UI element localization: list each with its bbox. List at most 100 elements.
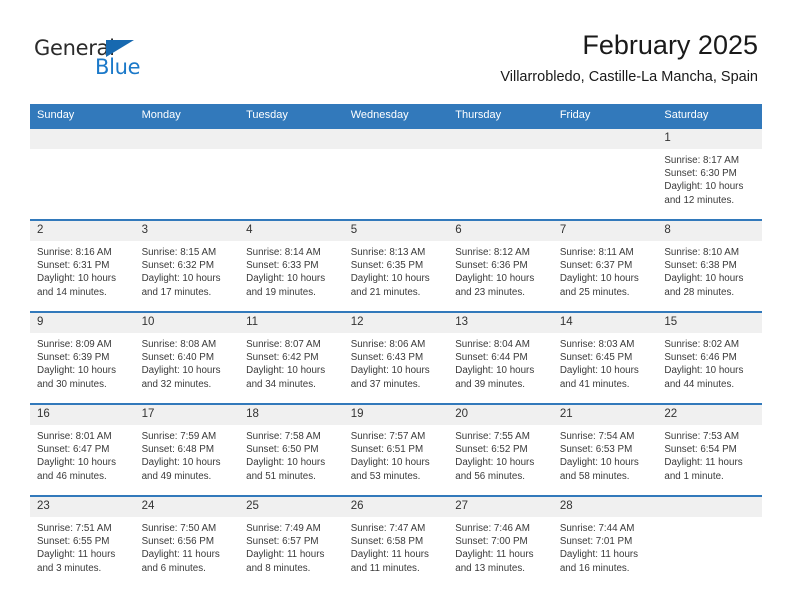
day-number: 7	[552, 221, 658, 241]
sunset-text: Sunset: 6:31 PM	[37, 260, 110, 272]
daylight-text: Daylight: 10 hours and 39 minutes.	[455, 365, 535, 390]
calendar-day-cell[interactable]: 1 Sunrise: 8:17 AM Sunset: 6:30 PM Daylight…	[657, 127, 762, 220]
calendar-day-cell[interactable]: 13 Sunrise: 8:04 AM Sunset: 6:44 PM Dayligh…	[448, 311, 553, 404]
calendar-day-cell[interactable]: 16 Sunrise: 8:01 AM Sunset: 6:47 PM Dayligh…	[30, 403, 135, 496]
daylight-text: Daylight: 10 hours and 58 minutes.	[559, 457, 639, 482]
calendar-day-cell-empty	[239, 127, 344, 220]
calendar-day-cell[interactable]: 15 Sunrise: 8:02 AM Sunset: 6:46 PM Dayligh…	[657, 311, 762, 404]
general-blue-logo[interactable]: General Blue	[34, 36, 164, 86]
sunset-text: Sunset: 6:55 PM	[37, 536, 110, 548]
day-details: Sunrise: 7:59 AM Sunset: 6:48 PM Daylight:…	[135, 425, 240, 483]
day-details: Sunrise: 8:02 AM Sunset: 6:46 PM Daylight:…	[657, 333, 762, 391]
daylight-text: Daylight: 10 hours and 49 minutes.	[141, 457, 221, 482]
calendar-day-cell[interactable]: 6 Sunrise: 8:12 AM Sunset: 6:36 PM Daylight…	[448, 219, 553, 312]
day-number	[134, 129, 240, 149]
weekday-header-wednesday: Wednesday	[343, 104, 449, 128]
day-number: 11	[239, 313, 344, 333]
title-block: February 2025 Villarrobledo, Castille-La…	[500, 28, 758, 86]
sunset-text: Sunset: 7:01 PM	[559, 536, 633, 548]
day-number: 4	[239, 221, 344, 241]
daylight-text: Daylight: 10 hours and 41 minutes.	[559, 365, 639, 390]
day-number: 18	[239, 405, 344, 425]
daylight-text: Daylight: 10 hours and 30 minutes.	[37, 365, 116, 390]
daylight-text: Daylight: 10 hours and 34 minutes.	[246, 365, 326, 390]
calendar-day-cell[interactable]: 17 Sunrise: 7:59 AM Sunset: 6:48 PM Dayligh…	[134, 403, 240, 496]
daylight-text: Daylight: 10 hours and 51 minutes.	[246, 457, 326, 482]
sunrise-text: Sunrise: 8:07 AM	[246, 339, 321, 350]
calendar-day-cell[interactable]: 26 Sunrise: 7:47 AM Sunset: 6:58 PM Dayligh…	[343, 495, 449, 587]
day-details: Sunrise: 7:53 AM Sunset: 6:54 PM Daylight:…	[657, 425, 762, 483]
day-number: 10	[134, 313, 240, 333]
daylight-text: Daylight: 10 hours and 25 minutes.	[559, 273, 639, 298]
daylight-text: Daylight: 10 hours and 12 minutes.	[664, 181, 744, 206]
calendar-day-cell[interactable]: 25 Sunrise: 7:49 AM Sunset: 6:57 PM Dayligh…	[239, 495, 344, 587]
page-title: February 2025	[582, 30, 758, 60]
day-details: Sunrise: 7:50 AM Sunset: 6:56 PM Daylight:…	[135, 517, 240, 575]
sunset-text: Sunset: 6:36 PM	[455, 260, 528, 272]
weekday-header-thursday: Thursday	[448, 104, 553, 128]
calendar-day-cell[interactable]: 14 Sunrise: 8:03 AM Sunset: 6:45 PM Dayligh…	[552, 311, 658, 404]
day-number: 21	[552, 405, 658, 425]
calendar-day-cell[interactable]: 4 Sunrise: 8:14 AM Sunset: 6:33 PM Daylight…	[239, 219, 344, 312]
calendar-day-cell-empty	[552, 127, 658, 220]
day-number: 13	[448, 313, 553, 333]
day-number: 28	[552, 497, 658, 517]
weekday-header-saturday: Saturday	[657, 104, 762, 128]
sunset-text: Sunset: 6:47 PM	[37, 444, 110, 456]
calendar-day-cell-empty	[134, 127, 240, 220]
sunrise-text: Sunrise: 7:51 AM	[37, 523, 112, 534]
day-number: 23	[30, 497, 135, 517]
calendar-day-cell[interactable]: 21 Sunrise: 7:54 AM Sunset: 6:53 PM Dayligh…	[552, 403, 658, 496]
calendar-day-cell-empty	[30, 127, 135, 220]
calendar-day-cell[interactable]: 3 Sunrise: 8:15 AM Sunset: 6:32 PM Daylight…	[134, 219, 240, 312]
calendar-day-cell[interactable]: 7 Sunrise: 8:11 AM Sunset: 6:37 PM Daylight…	[552, 219, 658, 312]
day-details: Sunrise: 7:44 AM Sunset: 7:01 PM Daylight:…	[553, 517, 658, 575]
sunrise-text: Sunrise: 7:58 AM	[246, 431, 321, 442]
calendar-day-cell[interactable]: 2 Sunrise: 8:16 AM Sunset: 6:31 PM Daylight…	[30, 219, 135, 312]
sunset-text: Sunset: 6:39 PM	[37, 352, 110, 364]
calendar-day-cell[interactable]: 20 Sunrise: 7:55 AM Sunset: 6:52 PM Dayligh…	[448, 403, 553, 496]
calendar-day-cell[interactable]: 9 Sunrise: 8:09 AM Sunset: 6:39 PM Daylight…	[30, 311, 135, 404]
sunset-text: Sunset: 6:46 PM	[664, 352, 737, 364]
calendar-day-cell[interactable]: 28 Sunrise: 7:44 AM Sunset: 7:01 PM Dayligh…	[552, 495, 658, 587]
calendar-day-cell[interactable]: 23 Sunrise: 7:51 AM Sunset: 6:55 PM Dayligh…	[30, 495, 135, 587]
calendar-body: 1 Sunrise: 8:17 AM Sunset: 6:30 PM Daylight…	[30, 127, 762, 587]
day-details: Sunrise: 7:49 AM Sunset: 6:57 PM Daylight:…	[239, 517, 344, 575]
daylight-text: Daylight: 10 hours and 17 minutes.	[141, 273, 221, 298]
day-details: Sunrise: 8:06 AM Sunset: 6:43 PM Daylight:…	[344, 333, 449, 391]
daylight-text: Daylight: 11 hours and 1 minute.	[664, 457, 743, 482]
day-number: 26	[343, 497, 449, 517]
day-number	[448, 129, 553, 149]
sunset-text: Sunset: 6:48 PM	[141, 444, 214, 456]
sunrise-text: Sunrise: 8:14 AM	[246, 247, 321, 258]
calendar-day-cell[interactable]: 18 Sunrise: 7:58 AM Sunset: 6:50 PM Dayligh…	[239, 403, 344, 496]
calendar-day-cell[interactable]: 24 Sunrise: 7:50 AM Sunset: 6:56 PM Dayligh…	[134, 495, 240, 587]
daylight-text: Daylight: 10 hours and 46 minutes.	[37, 457, 116, 482]
day-details: Sunrise: 8:10 AM Sunset: 6:38 PM Daylight:…	[657, 241, 762, 299]
day-number	[552, 129, 658, 149]
sunset-text: Sunset: 6:50 PM	[246, 444, 319, 456]
calendar-day-cell[interactable]: 22 Sunrise: 7:53 AM Sunset: 6:54 PM Dayligh…	[657, 403, 762, 496]
calendar-day-cell[interactable]: 5 Sunrise: 8:13 AM Sunset: 6:35 PM Daylight…	[343, 219, 449, 312]
day-details: Sunrise: 8:09 AM Sunset: 6:39 PM Daylight:…	[30, 333, 135, 391]
calendar-day-cell[interactable]: 11 Sunrise: 8:07 AM Sunset: 6:42 PM Dayligh…	[239, 311, 344, 404]
calendar-day-cell[interactable]: 8 Sunrise: 8:10 AM Sunset: 6:38 PM Daylight…	[657, 219, 762, 312]
calendar-day-cell[interactable]: 12 Sunrise: 8:06 AM Sunset: 6:43 PM Dayligh…	[343, 311, 449, 404]
sunrise-text: Sunrise: 7:57 AM	[350, 431, 426, 442]
day-details: Sunrise: 8:03 AM Sunset: 6:45 PM Daylight:…	[553, 333, 658, 391]
day-number: 8	[657, 221, 762, 241]
calendar-day-cell[interactable]: 19 Sunrise: 7:57 AM Sunset: 6:51 PM Dayligh…	[343, 403, 449, 496]
sunrise-text: Sunrise: 8:12 AM	[455, 247, 530, 258]
day-number: 2	[30, 221, 135, 241]
sunset-text: Sunset: 6:56 PM	[141, 536, 214, 548]
calendar-week-row: 9 Sunrise: 8:09 AM Sunset: 6:39 PM Daylight…	[30, 311, 762, 404]
calendar-day-cell[interactable]: 10 Sunrise: 8:08 AM Sunset: 6:40 PM Dayligh…	[134, 311, 240, 404]
daylight-text: Daylight: 10 hours and 56 minutes.	[455, 457, 535, 482]
day-details	[448, 149, 553, 154]
sunrise-text: Sunrise: 7:54 AM	[559, 431, 635, 442]
day-details	[553, 149, 658, 154]
calendar-day-cell[interactable]: 27 Sunrise: 7:46 AM Sunset: 7:00 PM Dayligh…	[448, 495, 553, 587]
day-details: Sunrise: 8:12 AM Sunset: 6:36 PM Daylight:…	[448, 241, 553, 299]
day-details: Sunrise: 8:01 AM Sunset: 6:47 PM Daylight:…	[30, 425, 135, 483]
calendar-header-row: Sunday Monday Tuesday Wednesday Thursday Frid…	[30, 104, 762, 128]
